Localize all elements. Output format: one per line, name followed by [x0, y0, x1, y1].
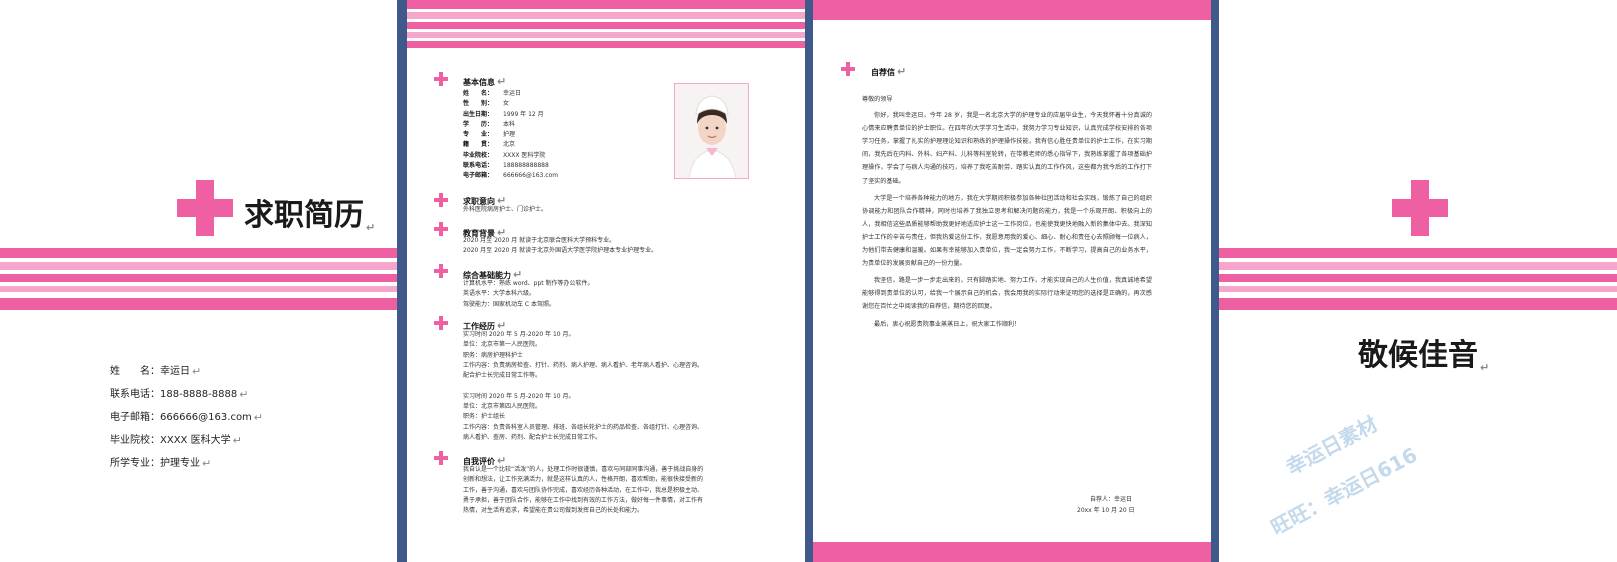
stripe [1219, 298, 1617, 310]
education-text: 2020 月至 2020 月 就读于北京联合医科大学预科专业。 2020 月至 … [463, 237, 658, 255]
medical-cross-icon [1392, 180, 1448, 236]
self-evaluation-text: 我自认是一个比较“活泼”的人，处理工作时很谨慎，喜欢与同部同事沟通，善于挑战自身… [463, 466, 704, 515]
info-row: 电子邮箱：666666@163.com ↵ [110, 411, 264, 424]
stripe [407, 12, 805, 19]
info-row: 联系电话：188-8888-8888 ↵ [110, 388, 249, 401]
cover-letter-body: 尊敬的领导 你好，我叫幸运日，今年 28 岁，我是一名北京大学的护理专业的应届毕… [862, 96, 1152, 328]
letter-signature: 自荐人：幸运日 [1090, 496, 1133, 503]
back-cover-page: 敬候佳音 ↵ [1219, 0, 1617, 562]
stripe [0, 248, 397, 258]
stripe [1219, 262, 1617, 270]
stripe [813, 542, 1211, 562]
stripe [0, 262, 397, 270]
medical-cross-icon [434, 222, 448, 236]
medical-cross-icon [177, 180, 233, 236]
stripe [407, 22, 805, 29]
stripe [0, 286, 397, 292]
medical-cross-icon [434, 193, 448, 207]
stripe [407, 0, 805, 9]
info-row: 所学专业：护理专业 ↵ [110, 457, 212, 470]
medical-cross-icon [434, 72, 448, 86]
cover-title: 求职简历 ↵ [244, 198, 376, 234]
stripe [407, 32, 805, 38]
stripe [1219, 274, 1617, 282]
cover-letter-heading: 自荐信 ↵ [871, 65, 907, 78]
section-heading-basic: 基本信息 ↵ [463, 75, 507, 88]
stripe [0, 298, 397, 310]
medical-cross-icon [434, 316, 448, 330]
cover-page: 求职简历 ↵ 姓 名：幸运日 ↵ 联系电话：188-8888-8888 ↵ 电子邮箱：… [0, 0, 397, 562]
medical-cross-icon [434, 264, 448, 278]
nurse-portrait-icon [675, 84, 748, 178]
info-row: 姓 名：幸运日 ↵ [110, 365, 202, 378]
stripe [1219, 248, 1617, 258]
nurse-photo [674, 83, 749, 179]
letter-date: 20xx 年 10 月 20 日 [1077, 507, 1135, 514]
work-text: 实习时间 2020 年 5 月-2020 年 10 月。 单位：北京市第一人民医… [463, 331, 704, 441]
stripe [1219, 286, 1617, 292]
stripe [0, 274, 397, 282]
medical-cross-icon [434, 451, 448, 465]
intent-text: 外科医院病房护士、门诊护士。 [463, 206, 548, 213]
stripe [813, 0, 1211, 20]
closing-title: 敬候佳音 ↵ [1358, 338, 1490, 374]
basic-info-list: 姓 名： 幸运日 性 别：女 出生日期： 1999 年 12 月 学 历： 本科 专 … [463, 90, 559, 180]
info-row: 毕业院校：XXXX 医科大学 ↵ [110, 434, 242, 447]
stripe [407, 41, 805, 48]
cover-contact-info: 姓 名：幸运日 ↵ 联系电话：188-8888-8888 ↵ 电子邮箱：666666… [110, 360, 263, 475]
medical-cross-icon [841, 62, 855, 76]
skills-text: 计算机水平：熟练 word、ppt 制作等办公软件。 英语水平：大学本科六级。 … [463, 280, 594, 308]
